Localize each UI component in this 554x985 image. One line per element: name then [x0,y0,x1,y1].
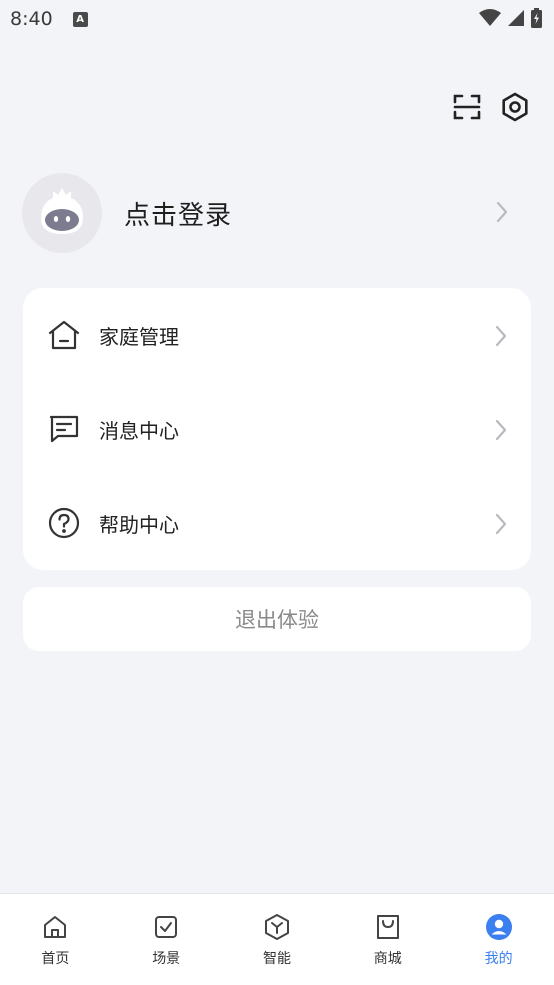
profile-icon [484,912,514,942]
menu-item-help-center[interactable]: 帮助中心 [23,476,531,570]
chevron-right-icon [495,513,507,535]
help-icon [47,506,81,540]
robot-avatar-icon [41,188,83,234]
signal-icon [508,10,524,26]
nav-tab-profile[interactable]: 我的 [443,894,554,985]
smart-icon [262,912,292,942]
nav-tab-home[interactable]: 首页 [0,894,111,985]
avatar [22,173,102,253]
nav-tab-shop[interactable]: 商城 [332,894,443,985]
scan-icon [453,94,481,120]
nav-tab-label: 场景 [152,951,181,967]
settings-icon [502,92,528,122]
battery-icon [531,8,542,28]
nav-tab-label: 首页 [41,951,70,967]
wifi-icon [479,9,501,26]
scan-button[interactable] [452,92,482,122]
status-time: 8:40 [10,8,53,30]
top-actions [452,92,530,122]
nav-tab-label: 智能 [262,951,291,967]
profile-login-row[interactable]: 点击登录 [22,173,532,253]
menu-item-message-center[interactable]: 消息中心 [23,382,531,476]
home-icon [40,912,70,942]
exit-experience-button[interactable]: 退出体验 [23,587,531,651]
status-indicators [479,8,542,28]
menu-item-label: 消息中心 [99,418,179,443]
shop-icon [373,912,403,942]
scene-icon [151,912,181,942]
menu-item-home-management[interactable]: 家庭管理 [23,288,531,382]
chevron-right-icon [495,325,507,347]
menu-item-label: 家庭管理 [99,324,179,349]
nav-tab-scene[interactable]: 场景 [111,894,222,985]
menu-item-label: 帮助中心 [99,512,179,537]
nav-tab-label: 我的 [484,951,513,967]
notification-app-icon: A [72,11,88,27]
menu-card: 家庭管理 消息中心 帮助中心 [23,288,531,570]
bottom-nav: 首页 场景 智能 商城 我的 [0,893,554,985]
chevron-right-icon [495,419,507,441]
nav-tab-label: 商城 [373,951,402,967]
message-icon [47,412,81,446]
screen: 8:40 A 点击登录 家庭管理 消息中心 帮助中心 退出体验 首页 场景 智能… [0,0,554,985]
home-icon [47,318,81,352]
nav-tab-smart[interactable]: 智能 [222,894,333,985]
chevron-right-icon [496,201,508,223]
status-bar: 8:40 A [0,0,554,38]
settings-button[interactable] [500,92,530,122]
login-label: 点击登录 [124,200,233,231]
